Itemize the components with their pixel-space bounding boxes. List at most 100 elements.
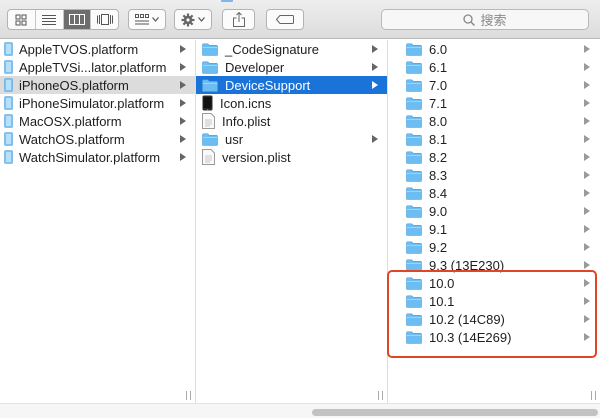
disclosure-arrow-icon — [180, 63, 186, 71]
platform-list-item[interactable]: WatchSimulator.platform — [0, 148, 195, 166]
contents-list-item[interactable]: usr — [196, 130, 387, 148]
platform-list-item[interactable]: AppleTVSi...lator.platform — [0, 58, 195, 76]
contents-list-item[interactable]: Info.plist — [196, 112, 387, 130]
device-support-list-item[interactable]: 10.0 — [388, 274, 600, 292]
folder-icon — [406, 241, 422, 254]
row-label: Icon.icns — [220, 95, 272, 111]
device-support-list-item[interactable]: 8.3 — [388, 166, 600, 184]
platform-list-item[interactable]: WatchOS.platform — [0, 130, 195, 148]
cover-flow-view-button[interactable] — [91, 10, 118, 29]
document-icon — [202, 113, 215, 129]
platform-list-item[interactable]: AppleTVOS.platform — [0, 40, 195, 58]
row-label: 8.0 — [429, 113, 448, 129]
contents-list-item[interactable]: version.plist — [196, 148, 387, 166]
disclosure-arrow-icon — [180, 117, 186, 125]
platform-bundle-icon — [4, 42, 13, 56]
device-support-list-item[interactable]: 8.4 — [388, 184, 600, 202]
row-label: 7.0 — [429, 77, 448, 93]
window-title-fragment-icon — [221, 0, 233, 2]
row-label: 9.1 — [429, 221, 448, 237]
disclosure-arrow-icon — [584, 99, 590, 107]
row-label: usr — [225, 131, 244, 147]
folder-icon — [406, 223, 422, 236]
row-label: 10.0 — [429, 275, 455, 291]
folder-icon — [406, 277, 422, 290]
horizontal-scrollbar[interactable] — [0, 403, 600, 418]
arrange-grid-icon — [135, 14, 149, 25]
arrange-button[interactable] — [128, 9, 166, 30]
row-label: 6.1 — [429, 59, 448, 75]
disclosure-arrow-icon — [584, 171, 590, 179]
contents-list-item[interactable]: DeviceSupport — [196, 76, 387, 94]
list-view-button[interactable] — [36, 10, 64, 29]
device-support-list-item[interactable]: 9.3 (13E230) — [388, 256, 600, 274]
disclosure-arrow-icon — [584, 63, 590, 71]
device-support-list-item[interactable]: 10.1 — [388, 292, 600, 310]
platform-list-item[interactable]: MacOSX.platform — [0, 112, 195, 130]
disclosure-arrow-icon — [372, 63, 378, 71]
device-support-column[interactable]: 6.0 6.1 7.0 7.1 8.0 8.1 8.2 8.3 8.4 9.0 9.1 9.2 9.3 … — [388, 40, 600, 403]
device-support-list-item[interactable]: 6.1 — [388, 58, 600, 76]
share-button[interactable] — [222, 9, 255, 30]
icon-view-button[interactable] — [8, 10, 36, 29]
search-placeholder: 搜索 — [480, 13, 507, 28]
platform-list-item[interactable]: iPhoneSimulator.platform — [0, 94, 195, 112]
platforms-column[interactable]: AppleTVOS.platform AppleTVSi...lator.plat… — [0, 40, 196, 403]
device-support-list-item[interactable]: 8.2 — [388, 148, 600, 166]
row-label: 9.0 — [429, 203, 448, 219]
disclosure-arrow-icon — [584, 297, 590, 305]
device-support-list-item[interactable]: 10.2 (14C89) — [388, 310, 600, 328]
platform-bundle-icon — [4, 60, 13, 74]
row-label: 10.1 — [429, 293, 455, 309]
folder-icon — [406, 295, 422, 308]
column-resize-handle[interactable] — [186, 391, 191, 400]
column-resize-handle[interactable] — [591, 391, 596, 400]
disclosure-arrow-icon — [180, 135, 186, 143]
row-label: 8.2 — [429, 149, 448, 165]
device-support-list-item[interactable]: 8.0 — [388, 112, 600, 130]
column-resize-handle[interactable] — [378, 391, 383, 400]
device-support-list-item[interactable]: 8.1 — [388, 130, 600, 148]
document-icon — [202, 149, 215, 165]
contents-list-item[interactable]: Icon.icns — [196, 94, 387, 112]
device-support-list-item[interactable]: 6.0 — [388, 40, 600, 58]
row-label: 8.1 — [429, 131, 448, 147]
disclosure-arrow-icon — [584, 135, 590, 143]
finder-toolbar: 搜索 — [0, 0, 600, 39]
row-label: iPhoneSimulator.platform — [19, 95, 165, 111]
row-label: MacOSX.platform — [19, 113, 122, 129]
search-icon — [463, 13, 476, 26]
disclosure-arrow-icon — [584, 117, 590, 125]
row-label: DeviceSupport — [225, 77, 311, 93]
action-button[interactable] — [174, 9, 212, 30]
column-view-button[interactable] — [63, 10, 92, 29]
contents-list-item[interactable]: Developer — [196, 58, 387, 76]
tags-button[interactable] — [266, 9, 304, 30]
device-support-list-item[interactable]: 7.1 — [388, 94, 600, 112]
disclosure-arrow-icon — [180, 81, 186, 89]
device-support-list-item[interactable]: 9.2 — [388, 238, 600, 256]
device-support-list-item[interactable]: 9.0 — [388, 202, 600, 220]
folder-icon — [406, 97, 422, 110]
platform-contents-column[interactable]: _CodeSignature Developer DeviceSupport Icon… — [196, 40, 388, 403]
disclosure-arrow-icon — [180, 99, 186, 107]
device-support-list-item[interactable]: 7.0 — [388, 76, 600, 94]
folder-icon — [406, 151, 422, 164]
horizontal-scrollbar-thumb[interactable] — [312, 409, 598, 416]
disclosure-arrow-icon — [584, 153, 590, 161]
row-label: 6.0 — [429, 41, 448, 57]
platform-list-item[interactable]: iPhoneOS.platform — [0, 76, 195, 94]
search-field[interactable]: 搜索 — [381, 9, 589, 30]
disclosure-arrow-icon — [584, 279, 590, 287]
row-label: iPhoneOS.platform — [19, 77, 129, 93]
device-support-list-item[interactable]: 9.1 — [388, 220, 600, 238]
folder-icon — [406, 61, 422, 74]
cover-flow-view-icon — [96, 14, 113, 25]
contents-list-item[interactable]: _CodeSignature — [196, 40, 387, 58]
gear-icon — [181, 13, 195, 26]
device-support-list-item[interactable]: 10.3 (14E269) — [388, 328, 600, 346]
folder-icon — [406, 115, 422, 128]
row-label: 10.3 (14E269) — [429, 329, 512, 345]
row-label: AppleTVOS.platform — [19, 41, 139, 57]
row-label: 7.1 — [429, 95, 448, 111]
